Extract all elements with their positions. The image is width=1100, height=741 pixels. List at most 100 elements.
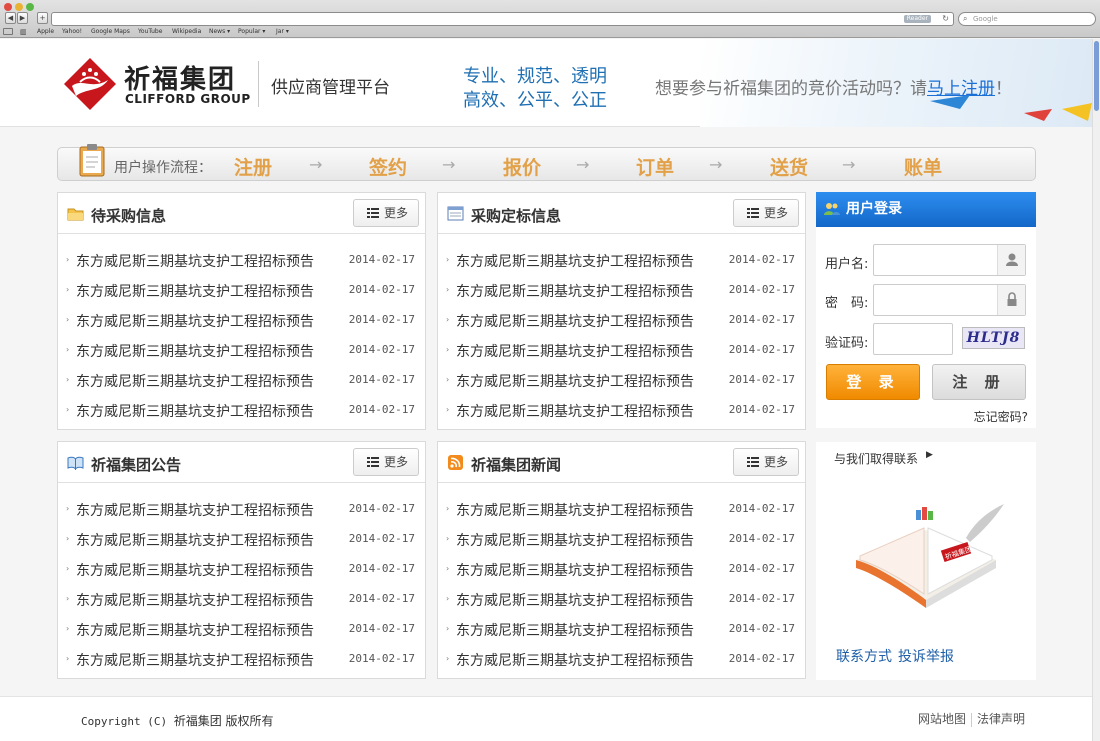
more-button[interactable]: 更多 <box>353 199 419 227</box>
item-date: 2014-02-17 <box>728 373 795 386</box>
login-button[interactable]: 登 录 <box>826 364 920 400</box>
chevron-right-icon[interactable]: ▶ <box>926 450 933 460</box>
item-title[interactable]: 东方威尼斯三期基坑支护工程招标预告 <box>456 500 694 520</box>
list-item[interactable]: › 东方威尼斯三期基坑支护工程招标预告 2014-02-17 <box>438 276 805 306</box>
web-page: 祈福集团 CLIFFORD GROUP 供应商管理平台 专业、规范、透明 高效、… <box>0 39 1092 741</box>
logo-chinese-name: 祈福集团 <box>124 65 237 95</box>
item-title[interactable]: 东方威尼斯三期基坑支护工程招标预告 <box>456 341 694 361</box>
add-bookmark-icon[interactable]: + <box>37 12 48 24</box>
forward-icon[interactable]: ▶ <box>17 12 28 24</box>
item-title[interactable]: 东方威尼斯三期基坑支护工程招标预告 <box>456 401 694 421</box>
bookmark-item[interactable]: Popular ▾ <box>238 27 265 37</box>
list-item[interactable]: › 东方威尼斯三期基坑支护工程招标预告 2014-02-17 <box>58 246 425 276</box>
panel-header: 采购定标信息 更多 <box>438 193 805 234</box>
item-title[interactable]: 东方威尼斯三期基坑支护工程招标预告 <box>456 560 694 580</box>
list-item[interactable]: › 东方威尼斯三期基坑支护工程招标预告 2014-02-17 <box>438 306 805 336</box>
item-title[interactable]: 东方威尼斯三期基坑支护工程招标预告 <box>76 530 314 550</box>
bookmark-item[interactable]: Wikipedia <box>172 27 201 37</box>
item-title[interactable]: 东方威尼斯三期基坑支护工程招标预告 <box>76 371 314 391</box>
item-title[interactable]: 东方威尼斯三期基坑支护工程招标预告 <box>456 590 694 610</box>
item-title[interactable]: 东方威尼斯三期基坑支护工程招标预告 <box>76 401 314 421</box>
bookmark-item[interactable]: Apple <box>37 27 54 37</box>
bookmark-item[interactable]: Google Maps <box>91 27 130 37</box>
bookmark-item[interactable]: News ▾ <box>209 27 230 37</box>
arrow-icon: → <box>442 155 456 174</box>
list-item[interactable]: › 东方威尼斯三期基坑支护工程招标预告 2014-02-17 <box>438 615 805 645</box>
list-item[interactable]: › 东方威尼斯三期基坑支护工程招标预告 2014-02-17 <box>58 495 425 525</box>
item-title[interactable]: 东方威尼斯三期基坑支护工程招标预告 <box>456 311 694 331</box>
close-window-icon[interactable] <box>4 3 12 11</box>
list-item[interactable]: › 东方威尼斯三期基坑支护工程招标预告 2014-02-17 <box>438 555 805 585</box>
item-title[interactable]: 东方威尼斯三期基坑支护工程招标预告 <box>456 620 694 640</box>
captcha-field[interactable] <box>873 323 953 355</box>
list-item[interactable]: › 东方威尼斯三期基坑支护工程招标预告 2014-02-17 <box>438 366 805 396</box>
bookmark-item[interactable]: YouTube <box>138 27 162 37</box>
contact-info-link[interactable]: 联系方式 <box>836 649 892 665</box>
list-item[interactable]: › 东方威尼斯三期基坑支护工程招标预告 2014-02-17 <box>58 276 425 306</box>
bullet-icon: › <box>66 255 70 264</box>
item-date: 2014-02-17 <box>348 253 415 266</box>
more-button[interactable]: 更多 <box>733 448 799 476</box>
captcha-image[interactable]: HLTJ8 <box>962 327 1025 349</box>
back-icon[interactable]: ◀ <box>5 12 16 24</box>
list-item[interactable]: › 东方威尼斯三期基坑支护工程招标预告 2014-02-17 <box>58 645 425 675</box>
item-list: › 东方威尼斯三期基坑支护工程招标预告 2014-02-17 › 东方威尼斯三期基坑支护… <box>58 246 425 426</box>
item-date: 2014-02-17 <box>728 343 795 356</box>
list-item[interactable]: › 东方威尼斯三期基坑支护工程招标预告 2014-02-17 <box>58 366 425 396</box>
list-item[interactable]: › 东方威尼斯三期基坑支护工程招标预告 2014-02-17 <box>58 585 425 615</box>
list-item[interactable]: › 东方威尼斯三期基坑支护工程招标预告 2014-02-17 <box>438 645 805 675</box>
more-button[interactable]: 更多 <box>733 199 799 227</box>
reader-button[interactable]: Reader <box>903 15 931 23</box>
register-button[interactable]: 注 册 <box>932 364 1026 400</box>
list-item[interactable]: › 东方威尼斯三期基坑支护工程招标预告 2014-02-17 <box>58 336 425 366</box>
scrollbar-thumb[interactable] <box>1094 41 1099 111</box>
clifford-logo-icon[interactable] <box>62 56 118 112</box>
item-title[interactable]: 东方威尼斯三期基坑支护工程招标预告 <box>456 371 694 391</box>
item-title[interactable]: 东方威尼斯三期基坑支护工程招标预告 <box>76 650 314 670</box>
bookmark-item[interactable]: Yahoo! <box>62 27 82 37</box>
item-title[interactable]: 东方威尼斯三期基坑支护工程招标预告 <box>76 590 314 610</box>
item-title[interactable]: 东方威尼斯三期基坑支护工程招标预告 <box>76 311 314 331</box>
address-bar[interactable]: Reader ↻ <box>51 12 954 26</box>
list-item[interactable]: › 东方威尼斯三期基坑支护工程招标预告 2014-02-17 <box>438 396 805 426</box>
list-item[interactable]: › 东方威尼斯三期基坑支护工程招标预告 2014-02-17 <box>58 525 425 555</box>
reload-icon[interactable]: ↻ <box>942 13 949 25</box>
list-item[interactable]: › 东方威尼斯三期基坑支护工程招标预告 2014-02-17 <box>438 246 805 276</box>
item-title[interactable]: 东方威尼斯三期基坑支护工程招标预告 <box>76 341 314 361</box>
item-title[interactable]: 东方威尼斯三期基坑支护工程招标预告 <box>76 251 314 271</box>
item-title[interactable]: 东方威尼斯三期基坑支护工程招标预告 <box>76 281 314 301</box>
search-field[interactable]: ⌕ Google <box>958 12 1096 26</box>
forgot-password-link[interactable]: 忘记密码? <box>974 408 1028 425</box>
vertical-scrollbar[interactable] <box>1092 39 1100 741</box>
list-item[interactable]: › 东方威尼斯三期基坑支护工程招标预告 2014-02-17 <box>438 336 805 366</box>
list-item[interactable]: › 东方威尼斯三期基坑支护工程招标预告 2014-02-17 <box>438 525 805 555</box>
complaint-report-link[interactable]: 投诉举报 <box>898 649 954 665</box>
bullet-icon: › <box>446 255 450 264</box>
item-title[interactable]: 东方威尼斯三期基坑支护工程招标预告 <box>456 281 694 301</box>
item-title[interactable]: 东方威尼斯三期基坑支护工程招标预告 <box>76 500 314 520</box>
item-title[interactable]: 东方威尼斯三期基坑支护工程招标预告 <box>456 251 694 271</box>
bookmark-item[interactable]: Jar ▾ <box>276 27 289 37</box>
item-title[interactable]: 东方威尼斯三期基坑支护工程招标预告 <box>76 620 314 640</box>
reading-list-icon[interactable]: ▥ <box>20 27 27 37</box>
legal-link[interactable]: 法律声明 <box>977 712 1025 726</box>
folder-icon <box>67 208 84 221</box>
username-field[interactable] <box>873 244 1026 276</box>
list-item[interactable]: › 东方威尼斯三期基坑支护工程招标预告 2014-02-17 <box>438 585 805 615</box>
list-item[interactable]: › 东方威尼斯三期基坑支护工程招标预告 2014-02-17 <box>58 555 425 585</box>
list-item[interactable]: › 东方威尼斯三期基坑支护工程招标预告 2014-02-17 <box>58 396 425 426</box>
minimize-window-icon[interactable] <box>15 3 23 11</box>
item-title[interactable]: 东方威尼斯三期基坑支护工程招标预告 <box>456 650 694 670</box>
item-title[interactable]: 东方威尼斯三期基坑支护工程招标预告 <box>76 560 314 580</box>
list-item[interactable]: › 东方威尼斯三期基坑支护工程招标预告 2014-02-17 <box>58 306 425 336</box>
list-item[interactable]: › 东方威尼斯三期基坑支护工程招标预告 2014-02-17 <box>438 495 805 525</box>
more-label: 更多 <box>764 455 789 469</box>
more-button[interactable]: 更多 <box>353 448 419 476</box>
arrow-icon: → <box>709 155 723 174</box>
zoom-window-icon[interactable] <box>26 3 34 11</box>
password-field[interactable] <box>873 284 1026 316</box>
sitemap-link[interactable]: 网站地图 <box>918 712 966 726</box>
show-all-bookmarks-icon[interactable] <box>3 28 13 35</box>
list-item[interactable]: › 东方威尼斯三期基坑支护工程招标预告 2014-02-17 <box>58 615 425 645</box>
item-title[interactable]: 东方威尼斯三期基坑支护工程招标预告 <box>456 530 694 550</box>
